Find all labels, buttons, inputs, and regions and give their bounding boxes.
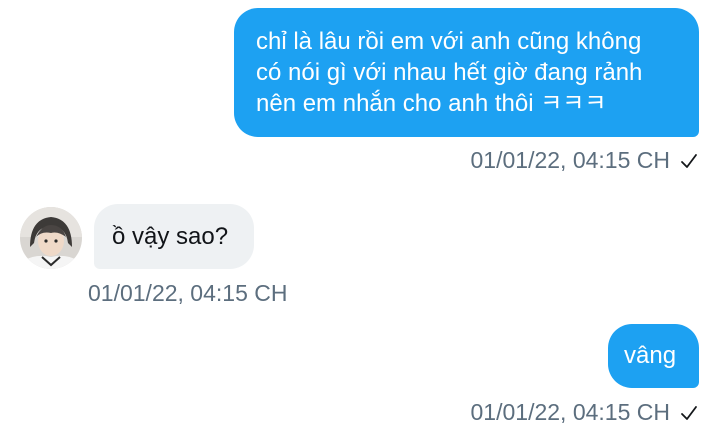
message-meta: 01/01/22, 04:15 CH xyxy=(471,146,698,175)
incoming-message-bubble[interactable]: ồ vậy sao? xyxy=(94,204,254,269)
message-timestamp: 01/01/22, 04:15 CH xyxy=(88,280,288,306)
message-text: vâng xyxy=(624,342,677,369)
outgoing-message-bubble[interactable]: vâng xyxy=(608,324,699,388)
message-text-line: có nói gì với nhau hết giờ đang rảnh xyxy=(256,59,643,86)
check-icon xyxy=(680,399,698,427)
message-meta: 01/01/22, 04:15 CH xyxy=(471,398,698,427)
check-icon xyxy=(680,147,698,175)
message-text: ồ vậy sao? xyxy=(112,223,229,250)
message-text-line: nên em nhắn cho anh thôi ㅋㅋㅋ xyxy=(256,90,607,117)
message-timestamp: 01/01/22, 04:15 CH xyxy=(470,147,670,173)
avatar[interactable] xyxy=(20,207,82,269)
message-text-line: chỉ là lâu rồi em với anh cũng không xyxy=(256,28,642,55)
message-meta: 01/01/22, 04:15 CH xyxy=(88,279,287,307)
message-timestamp: 01/01/22, 04:15 CH xyxy=(470,399,670,425)
outgoing-message-bubble[interactable]: chỉ là lâu rồi em với anh cũng không có … xyxy=(234,8,699,137)
